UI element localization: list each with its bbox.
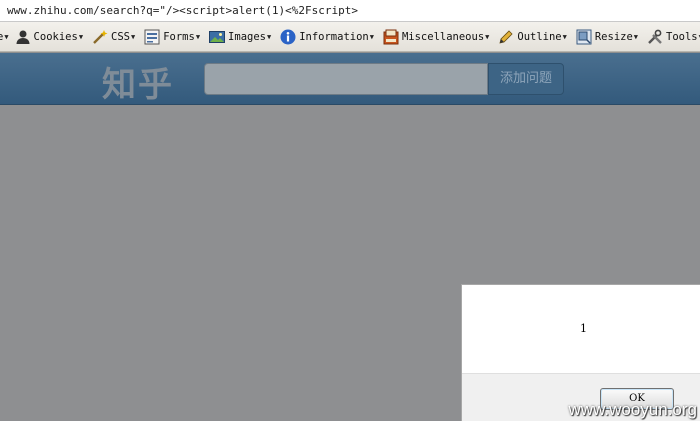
toolbar-item-images[interactable]: Images ▼ (209, 29, 271, 45)
toolbar-item-cookies[interactable]: Cookies ▼ (15, 29, 83, 45)
toolbar-item-resize[interactable]: Resize ▼ (576, 29, 638, 45)
watermark: www.wooyun.org (568, 400, 697, 419)
toolbar-item-label: Cookies (33, 30, 78, 43)
toolbar-item-label: Tools (666, 30, 698, 43)
caret-icon: ▼ (131, 32, 136, 41)
toolbar-item-partial[interactable]: e▼ (0, 31, 9, 43)
toolbar-item-label: Outline (517, 30, 562, 43)
toolbar-item-label: Forms (163, 30, 195, 43)
resize-icon (576, 29, 592, 44)
toolbar-item-label: CSS (111, 30, 130, 43)
caret-icon: ▼ (562, 32, 567, 41)
url-text: www.zhihu.com/search?q="/><script>alert(… (7, 4, 358, 17)
address-bar[interactable]: www.zhihu.com/search?q="/><script>alert(… (0, 0, 700, 22)
toolbar-item-outline[interactable]: Outline ▼ (498, 29, 567, 45)
caret-icon: ▼ (633, 32, 639, 41)
add-question-button[interactable]: 添加问题 (488, 63, 564, 95)
wand-icon (93, 29, 108, 44)
caret-icon: ▼ (266, 32, 272, 41)
alert-body: 1 (462, 285, 700, 373)
alert-message: 1 (580, 322, 587, 335)
info-icon (280, 29, 296, 44)
web-developer-toolbar: e▼ Cookies▼ CSS▼ Forms▼ Images▼ (0, 22, 700, 52)
toolbar-item-label: Miscellaneous (401, 30, 485, 43)
toolbar-item-css[interactable]: CSS ▼ (92, 29, 135, 45)
toolbar-item-label: Images (228, 30, 266, 43)
toolbar-item-miscellaneous[interactable]: Miscellaneous ▼ (383, 29, 489, 45)
caret-icon: ▼ (369, 32, 374, 41)
caret-icon: ▼ (78, 32, 84, 41)
caret-icon: ▼ (195, 32, 201, 41)
toolbar-item-forms[interactable]: Forms ▼ (144, 29, 200, 45)
toolbar-item-label: Information (299, 30, 369, 43)
toolbar-item-label: Resize (594, 30, 633, 43)
user-icon (16, 30, 30, 44)
search-input[interactable] (204, 63, 488, 95)
tools-icon (648, 29, 662, 44)
site-header: 知乎 添加问题 (0, 53, 700, 105)
toolbar-item-information[interactable]: Information ▼ (280, 29, 374, 45)
caret-icon: ▼ (485, 32, 490, 41)
toolbar-item-label: e (0, 31, 3, 43)
pencil-icon (499, 29, 513, 44)
form-icon (144, 29, 160, 44)
toolbar-item-tools[interactable]: Tools▼ (647, 29, 700, 45)
zhihu-logo[interactable]: 知乎 (102, 57, 174, 106)
misc-icon (383, 29, 399, 44)
caret-icon: ▼ (4, 32, 9, 41)
image-icon (209, 30, 226, 43)
